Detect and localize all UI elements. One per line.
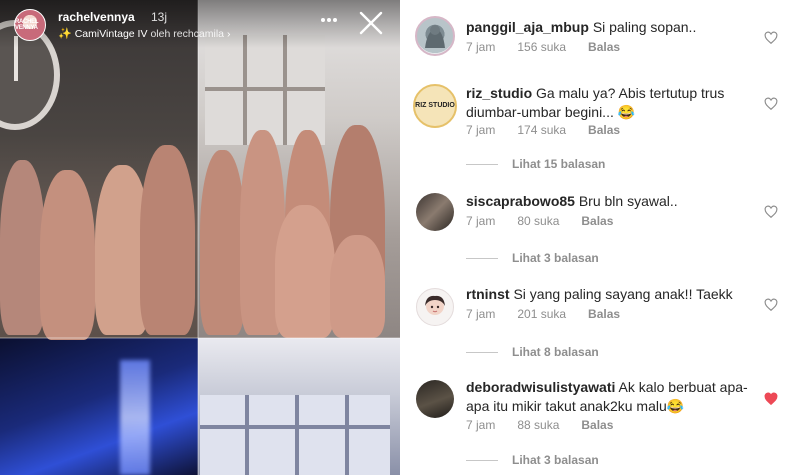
replies-line (466, 459, 498, 461)
replies-line (466, 351, 498, 353)
comment-text: riz_studio Ga malu ya? Abis tertutup tru… (466, 84, 766, 122)
close-icon (359, 11, 383, 35)
heart-outline-icon (764, 31, 778, 45)
comment-likes[interactable]: 201 suka (517, 307, 566, 321)
person-figure (275, 205, 335, 338)
person-figure (40, 170, 95, 340)
avatar-logo-text: RIZ STUDIO (415, 102, 455, 109)
music-track: CamiVintage IV (74, 27, 148, 40)
like-button[interactable] (764, 205, 778, 219)
comment-meta: 7 jam 156 suka Balas (466, 40, 642, 54)
commenter-avatar[interactable] (416, 193, 454, 231)
comment-meta: 7 jam 80 suka Balas (466, 214, 635, 228)
view-replies-label: Lihat 3 balasan (512, 251, 599, 265)
comment-likes[interactable]: 80 suka (517, 214, 559, 228)
comment-time: 7 jam (466, 123, 496, 137)
comment-username[interactable]: riz_studio (466, 85, 532, 101)
story-avatar[interactable]: RACHEL VENNYA (14, 9, 46, 41)
comment-text: panggil_aja_mbup Si paling sopan.. (466, 18, 766, 37)
avatar-logo-text: RACHEL VENNYA (15, 19, 39, 31)
window-decor (200, 395, 390, 475)
comment-text: siscaprabowo85 Bru bln syawal.. (466, 192, 766, 211)
commenter-avatar[interactable] (416, 380, 454, 418)
more-horizontal-icon (321, 18, 337, 22)
comment-likes[interactable]: 88 suka (517, 418, 559, 432)
comment-time: 7 jam (466, 307, 496, 321)
reply-button[interactable]: Balas (588, 307, 620, 321)
view-replies-button[interactable]: Lihat 8 balasan (466, 345, 599, 359)
comment-time: 7 jam (466, 418, 496, 432)
comment-username[interactable]: deboradwisulistyawati (466, 379, 615, 395)
view-replies-label: Lihat 15 balasan (512, 157, 606, 171)
heart-outline-icon (764, 205, 778, 219)
story-timestamp: 13j (151, 10, 168, 24)
person-figure (140, 145, 195, 335)
comment-username[interactable]: rtninst (466, 286, 510, 302)
photo-divider (0, 337, 400, 339)
avatar-cartoon-icon (425, 295, 445, 315)
comments-panel[interactable]: panggil_aja_mbup Si paling sopan.. 7 jam… (400, 0, 800, 475)
view-replies-button[interactable]: Lihat 3 balasan (466, 453, 599, 467)
person-figure (200, 150, 245, 335)
heart-outline-icon (764, 298, 778, 312)
heart-filled-icon (764, 392, 778, 406)
story-music-attribution[interactable]: ✨ CamiVintage IV oleh rechcamila › (58, 27, 231, 41)
comment-username[interactable]: panggil_aja_mbup (466, 19, 589, 35)
close-button[interactable] (358, 10, 384, 36)
commenter-avatar[interactable] (415, 16, 455, 56)
comment-body: Bru bln syawal.. (578, 193, 678, 209)
comment-username[interactable]: siscaprabowo85 (466, 193, 575, 209)
like-button[interactable] (764, 298, 778, 312)
story-header (0, 0, 400, 48)
commenter-avatar[interactable]: RIZ STUDIO (413, 84, 457, 128)
sparkle-icon: ✨ (58, 28, 72, 40)
story-username[interactable]: rachelvennya (58, 10, 135, 24)
comment-text: deboradwisulistyawati Ak kalo berbuat ap… (466, 378, 766, 416)
view-replies-label: Lihat 3 balasan (512, 453, 599, 467)
replies-line (466, 257, 498, 259)
person-figure (330, 235, 385, 338)
heart-outline-icon (764, 97, 778, 111)
comment-body: Si yang paling sayang anak!! Taekk (513, 286, 733, 302)
view-replies-label: Lihat 8 balasan (512, 345, 599, 359)
story-viewer[interactable]: RACHEL VENNYA rachelvennya 13j ✨ CamiVin… (0, 0, 400, 475)
window-decor (205, 35, 325, 145)
comment-text: rtninst Si yang paling sayang anak!! Tae… (466, 285, 766, 304)
person-figure (0, 160, 45, 335)
music-artist: oleh rechcamila (150, 27, 225, 40)
story-photo-bottom-left (0, 338, 198, 475)
like-button[interactable] (764, 97, 778, 111)
comment-likes[interactable]: 174 suka (517, 123, 566, 137)
chevron-right-icon: › (227, 27, 231, 40)
reply-button[interactable]: Balas (588, 123, 620, 137)
reply-button[interactable]: Balas (581, 214, 613, 228)
comment-meta: 7 jam 88 suka Balas (466, 418, 635, 432)
view-replies-button[interactable]: Lihat 15 balasan (466, 157, 605, 171)
like-button[interactable] (764, 31, 778, 45)
comment-meta: 7 jam 174 suka Balas (466, 123, 642, 137)
comment-meta: 7 jam 201 suka Balas (466, 307, 642, 321)
replies-line (466, 163, 498, 165)
avatar-figure-icon (425, 25, 445, 48)
more-options-button[interactable] (320, 10, 338, 28)
view-replies-button[interactable]: Lihat 3 balasan (466, 251, 599, 265)
comment-time: 7 jam (466, 40, 496, 54)
photo-divider (197, 0, 199, 475)
reply-button[interactable]: Balas (588, 40, 620, 54)
comment-time: 7 jam (466, 214, 496, 228)
commenter-avatar[interactable] (416, 288, 454, 326)
reply-button[interactable]: Balas (581, 418, 613, 432)
comment-likes[interactable]: 156 suka (517, 40, 566, 54)
like-button[interactable] (764, 392, 778, 406)
comment-body: Si paling sopan.. (592, 19, 697, 35)
neon-light-decor (120, 360, 150, 475)
